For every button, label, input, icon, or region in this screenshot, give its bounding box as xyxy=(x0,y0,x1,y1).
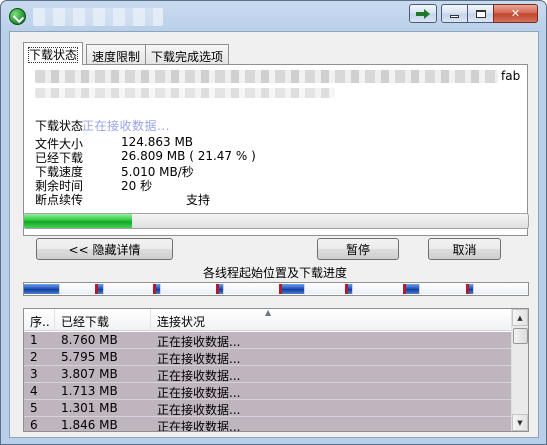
row-status: 正在接收数据... xyxy=(157,420,241,432)
row-downloaded: 1.713 MB xyxy=(61,384,118,398)
minimize-icon xyxy=(450,15,459,18)
row-downloaded: 8.760 MB xyxy=(61,333,118,347)
pause-button[interactable]: 暂停 xyxy=(317,238,399,260)
window-title xyxy=(33,8,163,26)
thread-segment-remaining xyxy=(303,284,347,294)
tab-download-status[interactable]: 下载状态 xyxy=(23,42,84,65)
app-icon xyxy=(9,8,26,25)
table-row[interactable]: 6 1.846 MB 正在接收数据... xyxy=(24,417,512,432)
scroll-down-icon[interactable]: ▼ xyxy=(512,414,528,431)
file-size-value: 124.863 MB xyxy=(121,135,194,149)
minimize-button[interactable] xyxy=(441,4,468,23)
row-downloaded: 1.301 MB xyxy=(61,401,118,415)
url-obscured-2 xyxy=(35,88,335,98)
arrow-right-icon[interactable] xyxy=(409,4,437,23)
thread-segment-remaining xyxy=(418,284,468,294)
time-left-value: 20 秒 xyxy=(121,179,153,193)
scroll-thumb[interactable] xyxy=(513,328,528,344)
row-status: 正在接收数据... xyxy=(157,386,241,400)
close-icon: ✕ xyxy=(510,7,521,20)
thread-start-marker xyxy=(216,284,220,294)
url-obscured xyxy=(35,70,498,83)
thread-start-marker xyxy=(95,284,99,294)
download-window: ✕ 下载状态 速度限制 下载完成选项 fab 下载状态 正在接收数据... 文件… xyxy=(0,0,547,445)
thread-segment-remaining xyxy=(59,284,98,294)
cancel-button[interactable]: 取消 xyxy=(428,238,501,260)
row-index: 4 xyxy=(30,384,38,398)
scroll-up-icon[interactable]: ▲ xyxy=(512,309,528,326)
table-row[interactable]: 2 5.795 MB 正在接收数据... xyxy=(24,349,512,366)
thread-segment-remaining xyxy=(160,284,219,294)
hide-details-button[interactable]: << 隐藏详情 xyxy=(36,238,173,260)
row-index: 5 xyxy=(30,401,38,415)
thread-start-marker xyxy=(344,284,348,294)
title-bar[interactable]: ✕ xyxy=(1,1,546,31)
thread-segment-progress xyxy=(24,284,60,294)
row-downloaded: 5.795 MB xyxy=(61,350,118,364)
thread-segments-bar xyxy=(23,282,529,296)
overall-progress-fill xyxy=(24,214,133,228)
maximize-icon xyxy=(475,9,486,18)
list-header: 序.. 已经下载 连接状况 ▲ xyxy=(24,309,512,331)
action-label: 下载状态 xyxy=(35,119,84,133)
column-header-index[interactable]: 序.. xyxy=(24,309,55,331)
downloaded-value: 26.809 MB ( 21.47 % ) xyxy=(121,149,256,163)
row-downloaded: 3.807 MB xyxy=(61,367,118,381)
thread-segment-remaining xyxy=(223,284,282,294)
row-status: 正在接收数据... xyxy=(157,369,241,383)
dialog-body: 下载状态 速度限制 下载完成选项 fab 下载状态 正在接收数据... 文件大小… xyxy=(9,31,539,438)
thread-start-marker xyxy=(402,284,406,294)
tab-speed-limit[interactable]: 速度限制 xyxy=(86,44,147,65)
table-row[interactable]: 4 1.713 MB 正在接收数据... xyxy=(24,383,512,400)
thread-segment-progress xyxy=(281,284,304,294)
overall-progress-bar xyxy=(23,213,529,229)
thread-segment-remaining xyxy=(472,284,528,294)
download-status-panel: fab 下载状态 正在接收数据... 文件大小 124.863 MB 已经下载 … xyxy=(23,64,528,236)
row-index: 3 xyxy=(30,367,38,381)
row-status: 正在接收数据... xyxy=(157,403,241,417)
connections-list[interactable]: 序.. 已经下载 连接状况 ▲ 1 8.760 MB 正在接收数据... 2 5.795… xyxy=(23,308,529,432)
tab-completion-options[interactable]: 下载完成选项 xyxy=(145,44,230,65)
resume-value: 支持 xyxy=(186,193,211,207)
close-button[interactable]: ✕ xyxy=(493,4,538,23)
thread-segment-remaining xyxy=(103,284,156,294)
row-index: 1 xyxy=(30,333,38,347)
table-row[interactable]: 1 8.760 MB 正在接收数据... xyxy=(24,332,512,349)
thread-start-marker xyxy=(279,284,283,294)
row-index: 6 xyxy=(30,418,38,432)
action-value: 正在接收数据... xyxy=(82,119,170,133)
url-suffix: fab xyxy=(501,69,521,83)
row-index: 2 xyxy=(30,350,38,364)
maximize-button[interactable] xyxy=(467,4,494,23)
thread-segment-remaining xyxy=(351,284,405,294)
resume-label: 断点续传 xyxy=(35,193,84,207)
row-downloaded: 1.846 MB xyxy=(61,418,118,432)
thread-start-marker xyxy=(153,284,157,294)
column-header-status[interactable]: 连接状况 xyxy=(151,309,512,331)
vertical-scrollbar[interactable]: ▲ ▼ xyxy=(511,309,528,431)
tab-label: 速度限制 xyxy=(92,50,141,64)
table-row[interactable]: 5 1.301 MB 正在接收数据... xyxy=(24,400,512,417)
threads-caption: 各线程起始位置及下载进度 xyxy=(202,266,347,280)
thread-segment-progress xyxy=(404,284,419,294)
row-status: 正在接收数据... xyxy=(157,352,241,366)
row-status: 正在接收数据... xyxy=(157,335,241,349)
column-header-downloaded[interactable]: 已经下载 xyxy=(55,309,151,331)
table-row[interactable]: 3 3.807 MB 正在接收数据... xyxy=(24,366,512,383)
tab-label: 下载完成选项 xyxy=(151,50,224,64)
thread-start-marker xyxy=(465,284,469,294)
sort-chevron-icon: ▲ xyxy=(265,308,272,317)
tab-label: 下载状态 xyxy=(27,47,79,63)
